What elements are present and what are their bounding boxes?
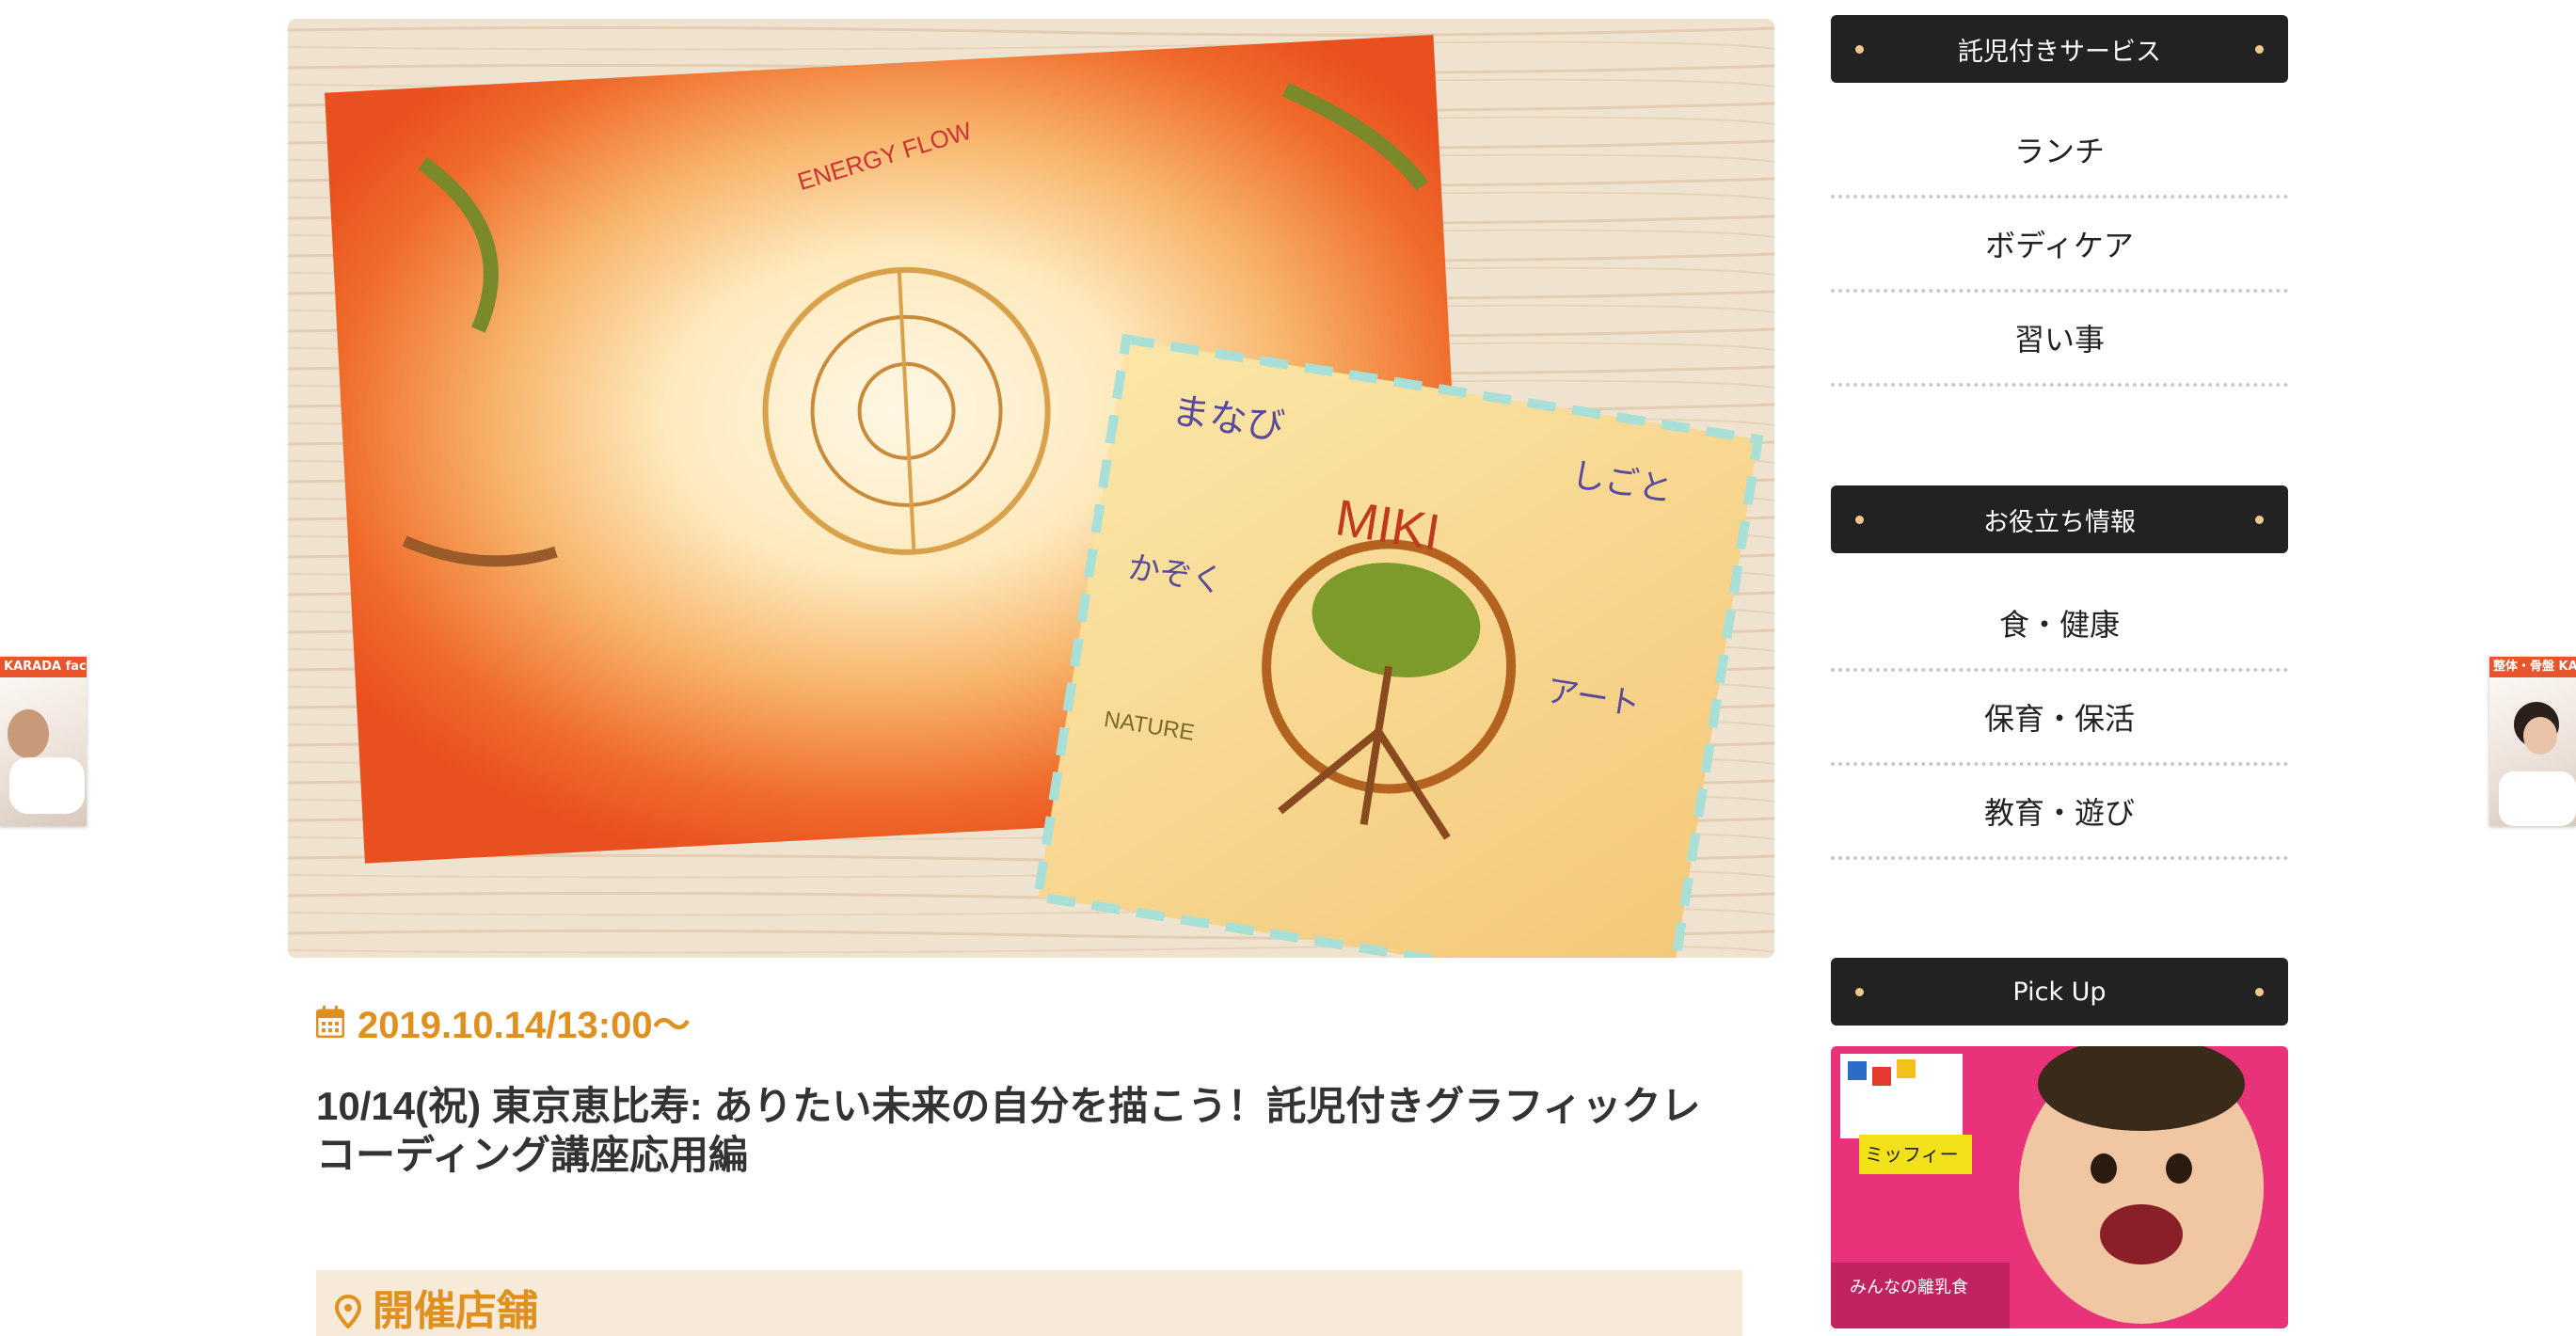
sidebar-link-food-health[interactable]: 食・健康 — [1831, 577, 2288, 672]
sidebar-heading-useful-info: お役立ち情報 — [1831, 485, 2288, 553]
dot-icon — [2255, 988, 2264, 996]
sidebar-link-lunch[interactable]: ランチ — [1831, 103, 2288, 199]
map-pin-icon — [335, 1295, 361, 1328]
event-date: 2019.10.14/13:00〜 — [316, 995, 691, 1048]
venue-heading-text: 開催店舗 — [373, 1288, 538, 1334]
venue-heading: 開催店舗 — [316, 1270, 1742, 1336]
sidebar-link-education-play[interactable]: 教育・遊び — [1831, 765, 2288, 860]
sidebar-heading-childcare: 託児付きサービス — [1831, 15, 2288, 83]
sidebar-heading-text: Pick Up — [2012, 977, 2107, 1007]
pickup-magazine-image[interactable]: ミッフィー みんなの離乳食 — [1831, 1046, 2288, 1328]
side-banner-left[interactable]: KARADA factory — [0, 657, 87, 826]
event-title: 10/14(祝) 東京恵比寿: ありたい未来の自分を描こう！託児付きグラフィック… — [316, 1084, 1701, 1177]
sidebar-link-lessons[interactable]: 習い事 — [1831, 292, 2288, 387]
event-date-text: 2019.10.14/13:00〜 — [358, 1005, 691, 1046]
svg-text:ミッフィー: ミッフィー — [1865, 1143, 1959, 1166]
sidebar-heading-text: お役立ち情報 — [1983, 507, 2136, 537]
event-hero-image: ENERGY FLOW MIKI まなび かぞく NATURE アート しごと — [288, 19, 1774, 958]
dot-icon — [1855, 516, 1864, 524]
dot-icon — [1855, 45, 1864, 54]
dot-icon — [2255, 516, 2264, 524]
dot-icon — [2255, 45, 2264, 54]
sidebar-heading-pickup: Pick Up — [1831, 958, 2288, 1026]
sidebar-link-bodycare[interactable]: ボディケア — [1831, 198, 2288, 293]
side-banner-label: KARADA factory — [0, 657, 87, 677]
banner-photo — [0, 677, 87, 826]
sidebar-link-childcare-hokatsu[interactable]: 保育・保活 — [1831, 671, 2288, 766]
side-banner-right[interactable]: 整体・骨盤 KARADA — [2489, 657, 2576, 826]
svg-text:みんなの離乳食: みんなの離乳食 — [1850, 1278, 1968, 1297]
side-banner-label: 整体・骨盤 KARADA — [2489, 657, 2576, 677]
dot-icon — [1855, 988, 1864, 996]
sidebar-heading-text: 託児付きサービス — [1958, 37, 2161, 67]
calendar-icon — [316, 1006, 344, 1038]
banner-photo — [2489, 677, 2576, 826]
